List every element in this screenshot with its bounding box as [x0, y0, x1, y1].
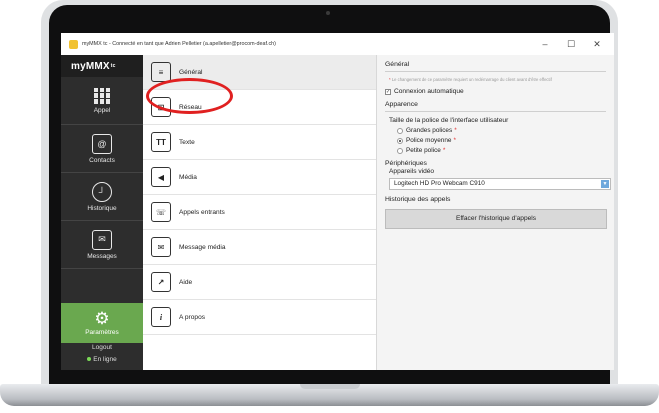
logout-link[interactable]: Logout	[61, 344, 143, 356]
required-mark: *	[454, 127, 457, 135]
brand-logo: myMMX tc	[61, 55, 143, 77]
sidebar-item-label: Paramètres	[85, 329, 119, 336]
status-dot-icon	[87, 357, 92, 362]
category-general[interactable]: ≡ Général	[143, 55, 376, 90]
sidebar-item-label: Historique	[87, 204, 117, 212]
auto-connect-row[interactable]: ✓ Connexion automatique	[385, 88, 606, 95]
sidebar-item-label: Contacts	[89, 156, 115, 164]
app-window: myMMX tc - Connecté en tant que Adrien P…	[61, 33, 614, 370]
category-media[interactable]: ◀ Média	[143, 160, 376, 195]
category-label: Général	[179, 68, 203, 76]
section-divider	[385, 111, 606, 113]
sidebar-item-messages[interactable]: ✉ Messages	[61, 221, 143, 269]
category-label: Message média	[179, 243, 226, 251]
settings-category-list: ≡ Général ⊞ Réseau TT Texte ◀ Média ☏ Ap…	[143, 55, 377, 370]
required-mark: *	[453, 137, 456, 145]
category-a-propos[interactable]: i A propos	[143, 300, 376, 335]
section-heading-peripheriques: Périphériques	[385, 160, 427, 168]
window-titlebar: myMMX tc - Connecté en tant que Adrien P…	[61, 33, 614, 55]
category-label: Média	[179, 173, 197, 181]
font-option-medium[interactable]: Police moyenne *	[385, 137, 606, 144]
envelope-icon: ✉	[92, 229, 112, 250]
radio-button-selected[interactable]	[397, 137, 403, 144]
sidebar-item-label: Messages	[87, 252, 117, 260]
help-arrow-icon: ↗	[150, 271, 172, 293]
category-texte[interactable]: TT Texte	[143, 125, 376, 160]
online-status: En ligne	[61, 356, 143, 369]
radio-label: Petite police	[406, 147, 441, 155]
category-label: Aide	[179, 278, 193, 286]
category-label: Réseau	[179, 103, 202, 111]
window-title: myMMX tc - Connecté en tant que Adrien P…	[82, 41, 276, 47]
dialpad-icon	[94, 87, 110, 104]
font-option-small[interactable]: Petite police *	[385, 147, 606, 154]
text-icon: TT	[150, 131, 172, 153]
maximize-button[interactable]: ☐	[558, 36, 584, 52]
video-devices-label: Appareils vidéo	[389, 168, 435, 176]
info-icon: i	[150, 306, 172, 328]
gear-icon: ⚙	[94, 309, 110, 328]
settings-panel: Général * Le changement de ce paramètre …	[377, 55, 614, 370]
app-logo-icon	[69, 39, 78, 49]
clock-icon: ┘	[92, 181, 112, 202]
app-sidebar: myMMX tc Appel @ Contacts ┘ Historique ✉ …	[61, 55, 143, 370]
section-heading-historique: Historique des appels	[385, 196, 451, 204]
radio-button[interactable]	[397, 127, 403, 134]
video-device-select[interactable]: Logitech HD Pro Webcam C910 ▼	[389, 178, 611, 191]
sidebar-item-label: Appel	[93, 106, 111, 114]
section-heading-general: Général	[385, 61, 410, 68]
video-message-icon: ✉	[150, 236, 172, 258]
webcam-dot	[326, 11, 330, 15]
status-label: En ligne	[93, 356, 117, 363]
section-heading-apparence: Apparence	[385, 101, 418, 109]
clear-history-button[interactable]: Effacer l'historique d'appels	[385, 209, 607, 230]
video-device-value: Logitech HD Pro Webcam C910	[394, 180, 485, 188]
document-icon: ≡	[150, 61, 172, 83]
minimize-button[interactable]: –	[532, 36, 558, 52]
auto-connect-checkbox[interactable]: ✓	[385, 88, 391, 95]
radio-label: Grandes polices	[406, 127, 453, 135]
radio-button[interactable]	[397, 147, 403, 154]
restart-note-text: Le changement de ce paramètre requiert u…	[391, 77, 552, 82]
sidebar-item-parametres[interactable]: ⚙ Paramètres	[61, 303, 143, 343]
chevron-down-icon: ▼	[601, 180, 609, 189]
laptop-base-notch	[300, 384, 360, 389]
section-divider	[385, 71, 606, 72]
window-controls: – ☐ ✕	[532, 36, 610, 52]
category-message-media[interactable]: ✉ Message média	[143, 230, 376, 265]
network-icon: ⊞	[150, 96, 172, 118]
incoming-call-icon: ☏	[150, 201, 172, 223]
font-size-label: Taille de la police de l'interface utili…	[389, 117, 509, 125]
restart-note: * Le changement de ce paramètre requiert…	[385, 77, 606, 82]
category-label: Texte	[179, 138, 195, 146]
contact-card-icon: @	[92, 133, 112, 154]
required-mark: *	[389, 77, 391, 82]
category-aide[interactable]: ↗ Aide	[143, 265, 376, 300]
category-appels-entrants[interactable]: ☏ Appels entrants	[143, 195, 376, 230]
required-mark: *	[442, 147, 446, 155]
brand-logo-text: myMMX	[71, 60, 110, 72]
category-label: Appels entrants	[179, 208, 225, 216]
speaker-icon: ◀	[150, 166, 172, 188]
sidebar-item-appel[interactable]: Appel	[61, 77, 143, 125]
category-reseau[interactable]: ⊞ Réseau	[143, 90, 376, 125]
sidebar-item-contacts[interactable]: @ Contacts	[61, 125, 143, 173]
font-option-large[interactable]: Grandes polices *	[385, 127, 606, 134]
category-label: A propos	[179, 313, 206, 321]
radio-label: Police moyenne	[406, 137, 452, 145]
sidebar-item-historique[interactable]: ┘ Historique	[61, 173, 143, 221]
auto-connect-label: Connexion automatique	[394, 88, 464, 96]
brand-logo-sup: tc	[110, 63, 116, 69]
close-button[interactable]: ✕	[584, 36, 610, 52]
